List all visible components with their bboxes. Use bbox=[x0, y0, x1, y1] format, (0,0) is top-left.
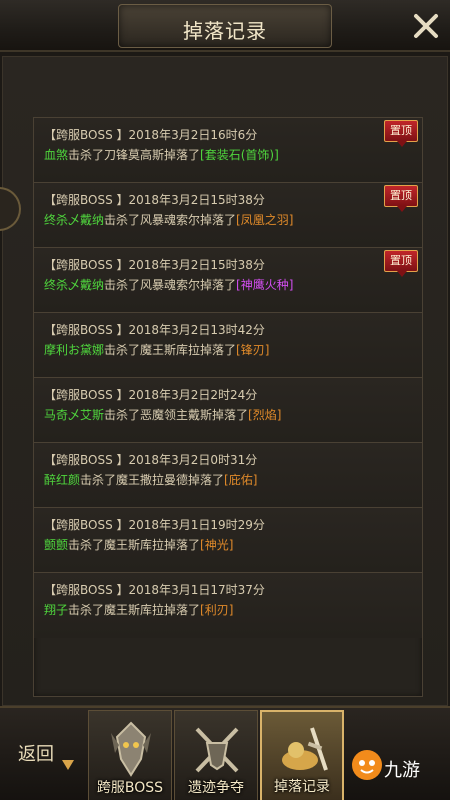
item-link[interactable]: [庇佑] bbox=[224, 473, 257, 487]
record-tag: 【跨服BOSS 】 bbox=[44, 323, 129, 337]
record-header: 【跨服BOSS 】2018年3月1日19时29分 bbox=[44, 516, 422, 534]
player-name[interactable]: 终杀乄戴纳 bbox=[44, 278, 104, 292]
logo-mascot-icon bbox=[352, 750, 382, 780]
tab-cross-server-boss[interactable]: 跨服BOSS bbox=[88, 710, 172, 800]
record-detail: 醉红颜击杀了魔王撒拉曼德掉落了[庇佑] bbox=[44, 471, 422, 489]
record-action: 击杀了风暴魂索尔掉落了 bbox=[104, 213, 237, 227]
bottom-bar: 返回 跨服BOSS 遗迹争夺 掉落记录 九游 bbox=[0, 706, 450, 800]
record-header: 【跨服BOSS 】2018年3月2日13时42分 bbox=[44, 321, 422, 339]
player-name[interactable]: 马奇乄艾斯 bbox=[44, 408, 104, 422]
item-link[interactable]: [锋刃] bbox=[236, 343, 269, 357]
item-link[interactable]: [利刃] bbox=[200, 603, 233, 617]
record-time: 2018年3月1日19时29分 bbox=[128, 518, 265, 532]
item-link[interactable]: [凤凰之羽] bbox=[236, 213, 293, 227]
record-header: 【跨服BOSS 】2018年3月1日17时37分 bbox=[44, 581, 422, 599]
record-action: 击杀了魔王斯库拉掉落了 bbox=[68, 538, 201, 552]
record-row: 【跨服BOSS 】2018年3月1日17时37分 翔子击杀了魔王斯库拉掉落了[利刃… bbox=[34, 573, 422, 638]
side-handle[interactable] bbox=[0, 187, 21, 231]
tab-label: 掉落记录 bbox=[274, 779, 330, 795]
record-time: 2018年3月2日2时24分 bbox=[128, 388, 258, 402]
record-list[interactable]: 【跨服BOSS 】2018年3月2日16时6分 血煞击杀了刀锋莫高斯掉落了[套装石… bbox=[33, 117, 423, 697]
title-bar: 掉落记录 bbox=[0, 0, 450, 52]
record-time: 2018年3月1日17时37分 bbox=[128, 583, 265, 597]
record-row: 【跨服BOSS 】2018年3月2日15时38分 终杀乄戴纳击杀了风暴魂索尔掉落了… bbox=[34, 183, 422, 248]
back-button[interactable]: 返回 bbox=[4, 730, 84, 780]
record-time: 2018年3月2日15时38分 bbox=[128, 193, 265, 207]
tab-label: 跨服BOSS bbox=[96, 780, 164, 796]
record-tag: 【跨服BOSS 】 bbox=[44, 583, 129, 597]
record-time: 2018年3月2日15时38分 bbox=[128, 258, 265, 272]
record-detail: 马奇乄艾斯击杀了恶魔领主戴斯掉落了[烈焰] bbox=[44, 406, 422, 424]
record-row: 【跨服BOSS 】2018年3月1日19时29分 颤颤击杀了魔王斯库拉掉落了[神光… bbox=[34, 508, 422, 573]
record-row: 【跨服BOSS 】2018年3月2日15时38分 终杀乄戴纳击杀了风暴魂索尔掉落了… bbox=[34, 248, 422, 313]
item-link[interactable]: [套装石(首饰)] bbox=[200, 148, 279, 162]
pinned-badge: 置顶 bbox=[384, 120, 418, 147]
record-detail: 翔子击杀了魔王斯库拉掉落了[利刃] bbox=[44, 601, 422, 619]
player-name[interactable]: 血煞 bbox=[44, 148, 68, 162]
record-row: 【跨服BOSS 】2018年3月2日16时6分 血煞击杀了刀锋莫高斯掉落了[套装石… bbox=[34, 118, 422, 183]
tab-label: 遗迹争夺 bbox=[188, 780, 244, 796]
tab-drop-records[interactable]: 掉落记录 bbox=[260, 710, 344, 800]
record-tag: 【跨服BOSS 】 bbox=[44, 518, 129, 532]
tab-ruins-battle[interactable]: 遗迹争夺 bbox=[174, 710, 258, 800]
main-panel: 【跨服BOSS 】2018年3月2日16时6分 血煞击杀了刀锋莫高斯掉落了[套装石… bbox=[0, 56, 448, 706]
record-action: 击杀了风暴魂索尔掉落了 bbox=[104, 278, 237, 292]
record-row: 【跨服BOSS 】2018年3月2日0时31分 醉红颜击杀了魔王撒拉曼德掉落了[庇… bbox=[34, 443, 422, 508]
record-header: 【跨服BOSS 】2018年3月2日16时6分 bbox=[44, 126, 422, 144]
item-link[interactable]: [神鹰火种] bbox=[236, 278, 293, 292]
close-icon bbox=[414, 14, 438, 38]
record-action: 击杀了刀锋莫高斯掉落了 bbox=[68, 148, 201, 162]
record-action: 击杀了魔王撒拉曼德掉落了 bbox=[80, 473, 225, 487]
record-tag: 【跨服BOSS 】 bbox=[44, 128, 129, 142]
record-tag: 【跨服BOSS 】 bbox=[44, 388, 129, 402]
player-name[interactable]: 颤颤 bbox=[44, 538, 68, 552]
back-arrow-icon bbox=[62, 760, 74, 770]
close-button[interactable] bbox=[408, 8, 444, 44]
record-time: 2018年3月2日0时31分 bbox=[128, 453, 258, 467]
item-link[interactable]: [烈焰] bbox=[248, 408, 281, 422]
record-header: 【跨服BOSS 】2018年3月2日0时31分 bbox=[44, 451, 422, 469]
record-row: 【跨服BOSS 】2018年3月2日2时24分 马奇乄艾斯击杀了恶魔领主戴斯掉落了… bbox=[34, 378, 422, 443]
player-name[interactable]: 醉红颜 bbox=[44, 473, 80, 487]
record-detail: 终杀乄戴纳击杀了风暴魂索尔掉落了[神鹰火种] bbox=[44, 276, 422, 294]
record-header: 【跨服BOSS 】2018年3月2日15时38分 bbox=[44, 191, 422, 209]
record-time: 2018年3月2日16时6分 bbox=[128, 128, 258, 142]
record-header: 【跨服BOSS 】2018年3月2日15时38分 bbox=[44, 256, 422, 274]
treasure-icon bbox=[282, 727, 328, 771]
player-name[interactable]: 翔子 bbox=[44, 603, 68, 617]
record-header: 【跨服BOSS 】2018年3月2日2时24分 bbox=[44, 386, 422, 404]
page-title: 掉落记录 bbox=[183, 19, 267, 43]
player-name[interactable]: 摩利お黛娜 bbox=[44, 343, 104, 357]
record-row: 【跨服BOSS 】2018年3月2日13时42分 摩利お黛娜击杀了魔王斯库拉掉落了… bbox=[34, 313, 422, 378]
record-action: 击杀了恶魔领主戴斯掉落了 bbox=[104, 408, 249, 422]
item-link[interactable]: [神光] bbox=[200, 538, 233, 552]
record-action: 击杀了魔王斯库拉掉落了 bbox=[104, 343, 237, 357]
record-action: 击杀了魔王斯库拉掉落了 bbox=[68, 603, 201, 617]
logo-text: 九游 bbox=[384, 760, 420, 781]
record-detail: 摩利お黛娜击杀了魔王斯库拉掉落了[锋刃] bbox=[44, 341, 422, 359]
boss-icon bbox=[111, 721, 151, 777]
player-name[interactable]: 终杀乄戴纳 bbox=[44, 213, 104, 227]
crossed-swords-icon bbox=[195, 727, 239, 773]
pinned-badge: 置顶 bbox=[384, 250, 418, 277]
title-plate: 掉落记录 bbox=[118, 4, 332, 48]
record-tag: 【跨服BOSS 】 bbox=[44, 193, 129, 207]
record-tag: 【跨服BOSS 】 bbox=[44, 258, 129, 272]
record-time: 2018年3月2日13时42分 bbox=[128, 323, 265, 337]
record-detail: 血煞击杀了刀锋莫高斯掉落了[套装石(首饰)] bbox=[44, 146, 422, 164]
record-tag: 【跨服BOSS 】 bbox=[44, 453, 129, 467]
record-detail: 颤颤击杀了魔王斯库拉掉落了[神光] bbox=[44, 536, 422, 554]
pinned-badge: 置顶 bbox=[384, 185, 418, 212]
jiuyou-logo: 九游 bbox=[350, 748, 446, 788]
record-detail: 终杀乄戴纳击杀了风暴魂索尔掉落了[凤凰之羽] bbox=[44, 211, 422, 229]
